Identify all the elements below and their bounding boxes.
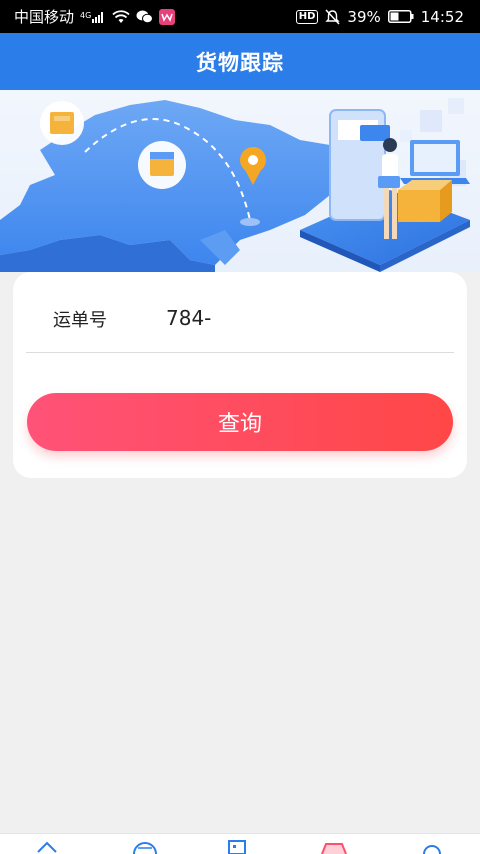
mute-bell-icon (325, 8, 341, 25)
map-illustration (0, 98, 470, 272)
bottom-nav (0, 833, 480, 854)
waybill-row: 运单号 (26, 272, 454, 353)
grid-icon[interactable] (228, 840, 246, 854)
hd-badge: HD (295, 9, 319, 24)
carrier-name: 中国移动 (14, 8, 75, 26)
package-icon[interactable] (320, 840, 348, 854)
wifi-icon (112, 9, 130, 23)
battery-percent: 39% (347, 7, 381, 26)
network-type: 4G (80, 11, 92, 20)
status-bar: 中国移动 4G HD 39% 14:52 (0, 0, 480, 33)
network-indicator: 4G (80, 10, 106, 23)
battery-icon (387, 10, 414, 23)
globe-icon[interactable] (132, 840, 158, 854)
query-button[interactable]: 查询 (27, 393, 453, 451)
banner-illustration (0, 90, 480, 272)
signal-icon (92, 12, 104, 23)
home-icon[interactable] (36, 840, 58, 854)
title-bar: 货物跟踪 (0, 33, 480, 90)
app-notification-icon (159, 8, 176, 25)
clock: 14:52 (420, 7, 464, 26)
waybill-input[interactable] (166, 300, 426, 336)
page-title: 货物跟踪 (196, 50, 284, 75)
waybill-label: 运单号 (53, 310, 107, 331)
profile-icon[interactable] (422, 840, 442, 854)
wechat-icon (136, 10, 154, 23)
query-card: 运单号 查询 (13, 272, 467, 478)
